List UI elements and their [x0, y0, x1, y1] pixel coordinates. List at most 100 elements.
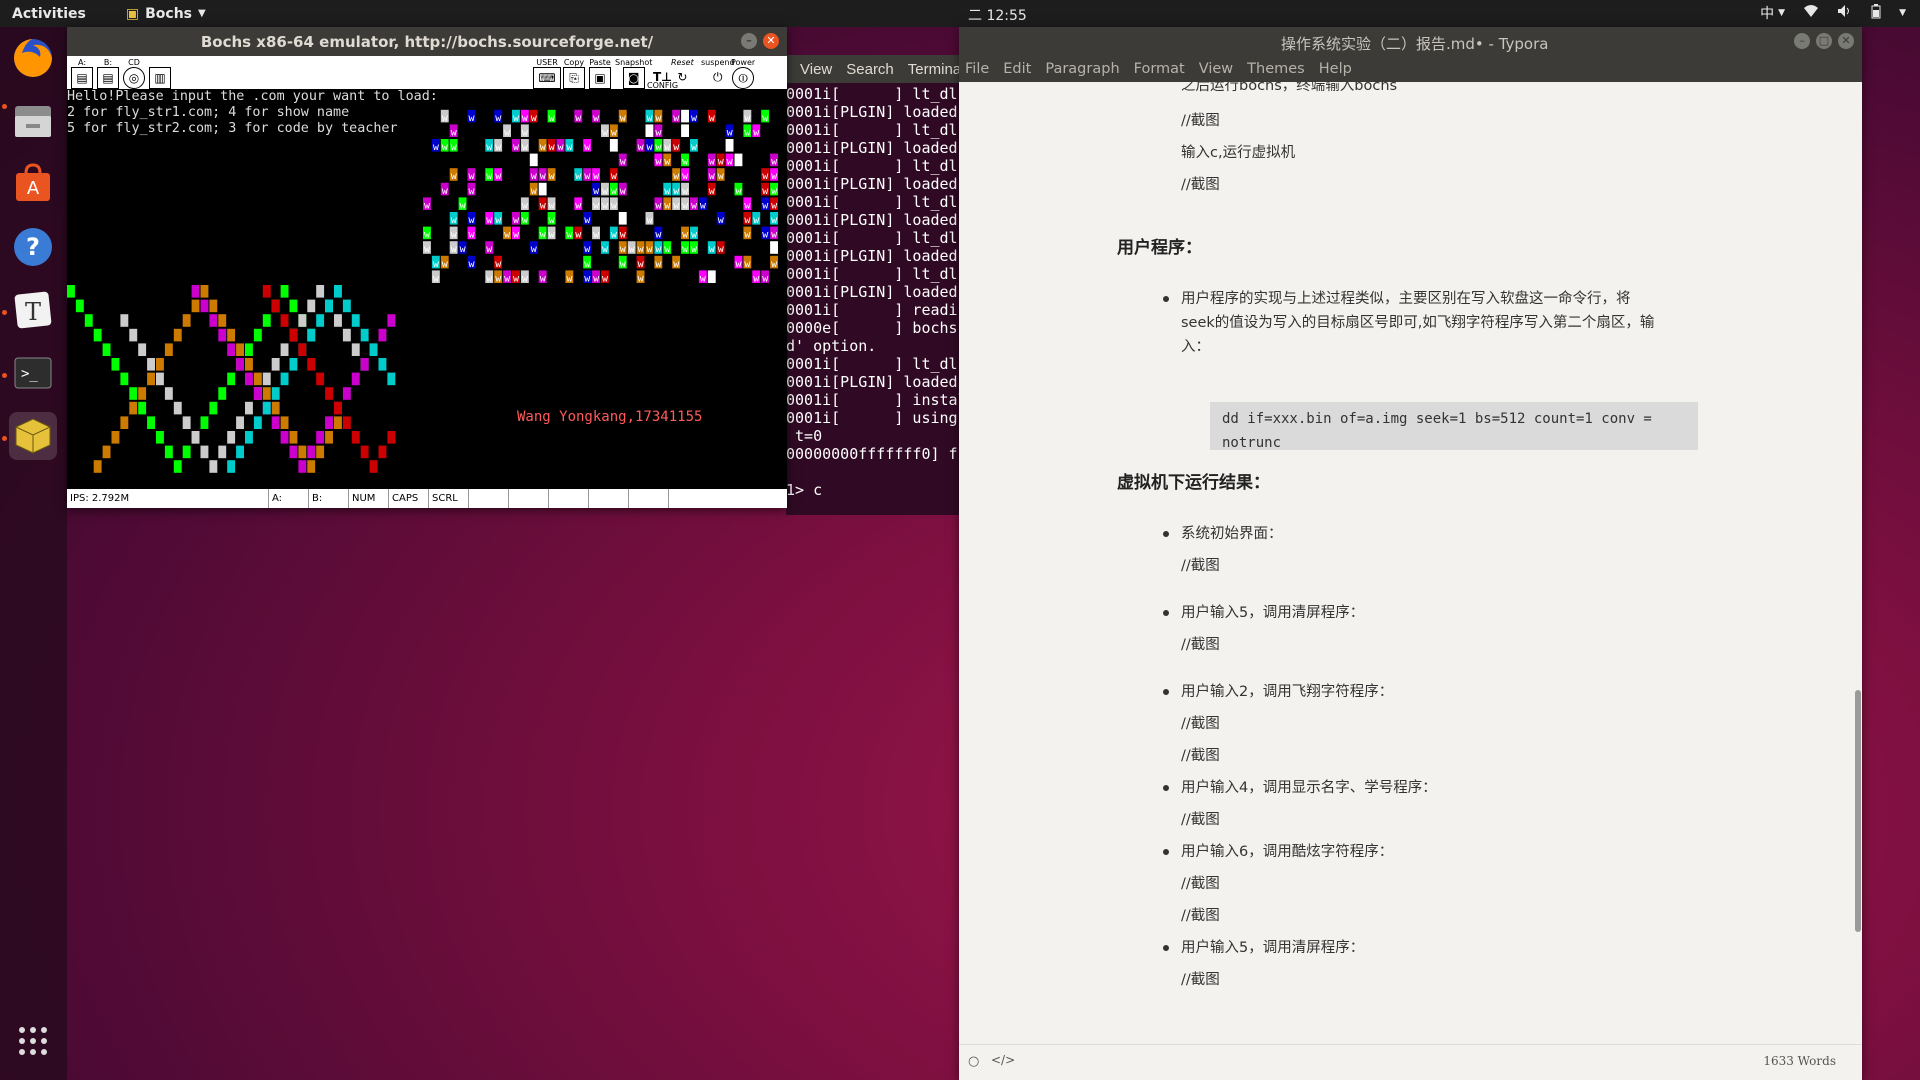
window-title: 操作系统实验（二）报告.md• - Typora [1281, 35, 1549, 53]
code-block[interactable]: dd if=xxx.bin of=a.img seek=1 bs=512 cou… [1210, 402, 1698, 451]
screen-glyph: w [744, 200, 751, 211]
clock[interactable]: 二 12:55 [968, 5, 1027, 25]
screen-cell [271, 387, 280, 400]
menu-themes[interactable]: Themes [1247, 61, 1305, 77]
typora-titlebar[interactable]: 操作系统实验（二）报告.md• - Typora – □ ✕ [959, 27, 1862, 56]
word-count[interactable]: 1633 Words [1763, 1054, 1836, 1068]
screen-cell [218, 387, 227, 400]
screen-cell [307, 358, 316, 371]
source-mode-icon[interactable]: </> [991, 1053, 1015, 1067]
suspend-button[interactable]: suspend ⏻ [701, 58, 735, 87]
running-indicator [2, 104, 7, 109]
screen-glyph: w [584, 171, 591, 182]
document-editor[interactable]: 之后运行bochs，终端输入bochs //截图 输入c,运行虚拟机 //截图 … [959, 82, 1862, 1072]
power-menu-icon[interactable]: ▼ [1899, 8, 1906, 18]
screen-glyph: w [682, 127, 689, 138]
scrollbar[interactable] [1852, 82, 1862, 1044]
battery-icon[interactable] [1871, 3, 1881, 23]
terminal-icon[interactable]: >_ [9, 349, 57, 397]
menu-help[interactable]: Help [1319, 61, 1352, 77]
wifi-icon[interactable] [1803, 4, 1819, 22]
screen-cell [245, 401, 253, 415]
window-title: Bochs x86-64 emulator, http://bochs.sour… [200, 32, 654, 51]
screen-cell [262, 372, 271, 386]
terminal-line: 0001i[ ] using [786, 409, 961, 427]
volume-icon[interactable] [1837, 4, 1853, 22]
power-button[interactable]: Power ⏼ [731, 58, 755, 89]
screen-cell [191, 299, 200, 313]
paste-button[interactable]: Paste ▣ [589, 58, 611, 89]
screen-glyph: w [638, 259, 645, 270]
maximize-button[interactable]: □ [1816, 33, 1832, 49]
screen-glyph: w [495, 171, 502, 182]
list-item: 用户输入4，调用显示名字、学号程序： [1181, 780, 1437, 796]
sidebar-toggle-icon[interactable]: ○ [968, 1054, 979, 1069]
files-icon[interactable] [9, 97, 57, 145]
menu-file[interactable]: File [965, 61, 989, 77]
screen-cell [147, 416, 155, 429]
screen-glyph: w [744, 215, 751, 226]
terminal-window[interactable]: View Search Termina 0001i[ ] lt_dlh 0001i… [786, 55, 961, 515]
terminal-output[interactable]: 0001i[ ] lt_dlh 0001i[PLGIN] loaded 0001i[… [786, 83, 961, 499]
app-menu[interactable]: ▣ Bochs ▼ [126, 6, 206, 22]
menu-edit[interactable]: Edit [1003, 61, 1031, 77]
help-icon[interactable]: ? [9, 223, 57, 271]
floppy-b-button[interactable]: B: ▤ [97, 58, 119, 89]
copy-button[interactable]: Copy ⎘ [563, 58, 585, 89]
bochs-window[interactable]: Bochs x86-64 emulator, http://bochs.sour… [67, 27, 787, 508]
screen-cell [351, 314, 360, 327]
menu-search[interactable]: Search [846, 61, 894, 78]
typora-window[interactable]: 操作系统实验（二）报告.md• - Typora – □ ✕ File Edit… [959, 27, 1862, 1080]
show-applications-icon[interactable] [9, 1017, 57, 1065]
system-tray[interactable]: 中 ▼ ▼ [1760, 3, 1906, 23]
user-button[interactable]: USER ⌨ [533, 58, 561, 89]
firefox-icon[interactable] [9, 34, 57, 82]
screen-glyph: w [451, 215, 458, 226]
close-button[interactable]: ✕ [763, 33, 779, 49]
screen-cell [307, 460, 316, 473]
list-item: 用户输入2，调用飞翔字符程序： [1181, 684, 1394, 700]
menu-view[interactable]: View [800, 61, 832, 78]
menu-terminal[interactable]: Termina [908, 61, 961, 78]
screen-glyph: w [549, 113, 556, 124]
screen-glyph: w [638, 273, 645, 284]
floppy-a-button[interactable]: A: ▤ [71, 58, 93, 89]
screen-cell [342, 416, 351, 429]
close-button[interactable]: ✕ [1838, 33, 1854, 49]
screen-glyph: w [433, 273, 440, 284]
screen-glyph: w [531, 244, 538, 255]
screen-glyph: w [593, 273, 600, 284]
heading-result: 虚拟机下运行结果： [1117, 473, 1270, 493]
typora-icon[interactable]: T [9, 286, 57, 334]
ips-indicator: IPS: 2.792M [67, 489, 269, 508]
input-method-indicator[interactable]: 中 [1760, 3, 1774, 23]
reset-button[interactable]: Reset ↻ [671, 58, 694, 87]
screen-glyph: w [620, 186, 627, 197]
screen-glyph: w [753, 273, 760, 284]
bochs-titlebar[interactable]: Bochs x86-64 emulator, http://bochs.sour… [67, 27, 787, 56]
screen-cell [280, 431, 289, 444]
screen-cell [164, 343, 173, 356]
minimize-button[interactable]: – [1794, 33, 1810, 49]
bullet [1163, 945, 1169, 951]
boot-button[interactable]: ▥ [149, 58, 171, 89]
screen-cell [360, 328, 369, 342]
menu-view[interactable]: View [1199, 61, 1233, 77]
menu-paragraph[interactable]: Paragraph [1045, 61, 1119, 77]
cdrom-button[interactable]: CD ◎ [123, 58, 145, 89]
screen-cell [164, 445, 173, 459]
cdrom-icon: ◎ [123, 67, 145, 89]
screenshot-placeholder: //截图 [1181, 558, 1220, 574]
bochs-icon[interactable] [9, 412, 57, 460]
activities-button[interactable]: Activities [12, 6, 86, 22]
screen-glyph: w [522, 200, 529, 211]
screen-glyph: w [513, 113, 520, 124]
menu-format[interactable]: Format [1134, 61, 1185, 77]
emulator-screen[interactable]: Hello!Please input the .com your want to… [67, 89, 787, 489]
screen-cell [316, 314, 325, 327]
running-indicator [2, 373, 7, 378]
software-center-icon[interactable]: A [9, 160, 57, 208]
list-item: 用户输入5，调用清屏程序： [1181, 940, 1365, 956]
scrollbar-thumb[interactable] [1855, 690, 1861, 932]
minimize-button[interactable]: – [741, 33, 757, 49]
